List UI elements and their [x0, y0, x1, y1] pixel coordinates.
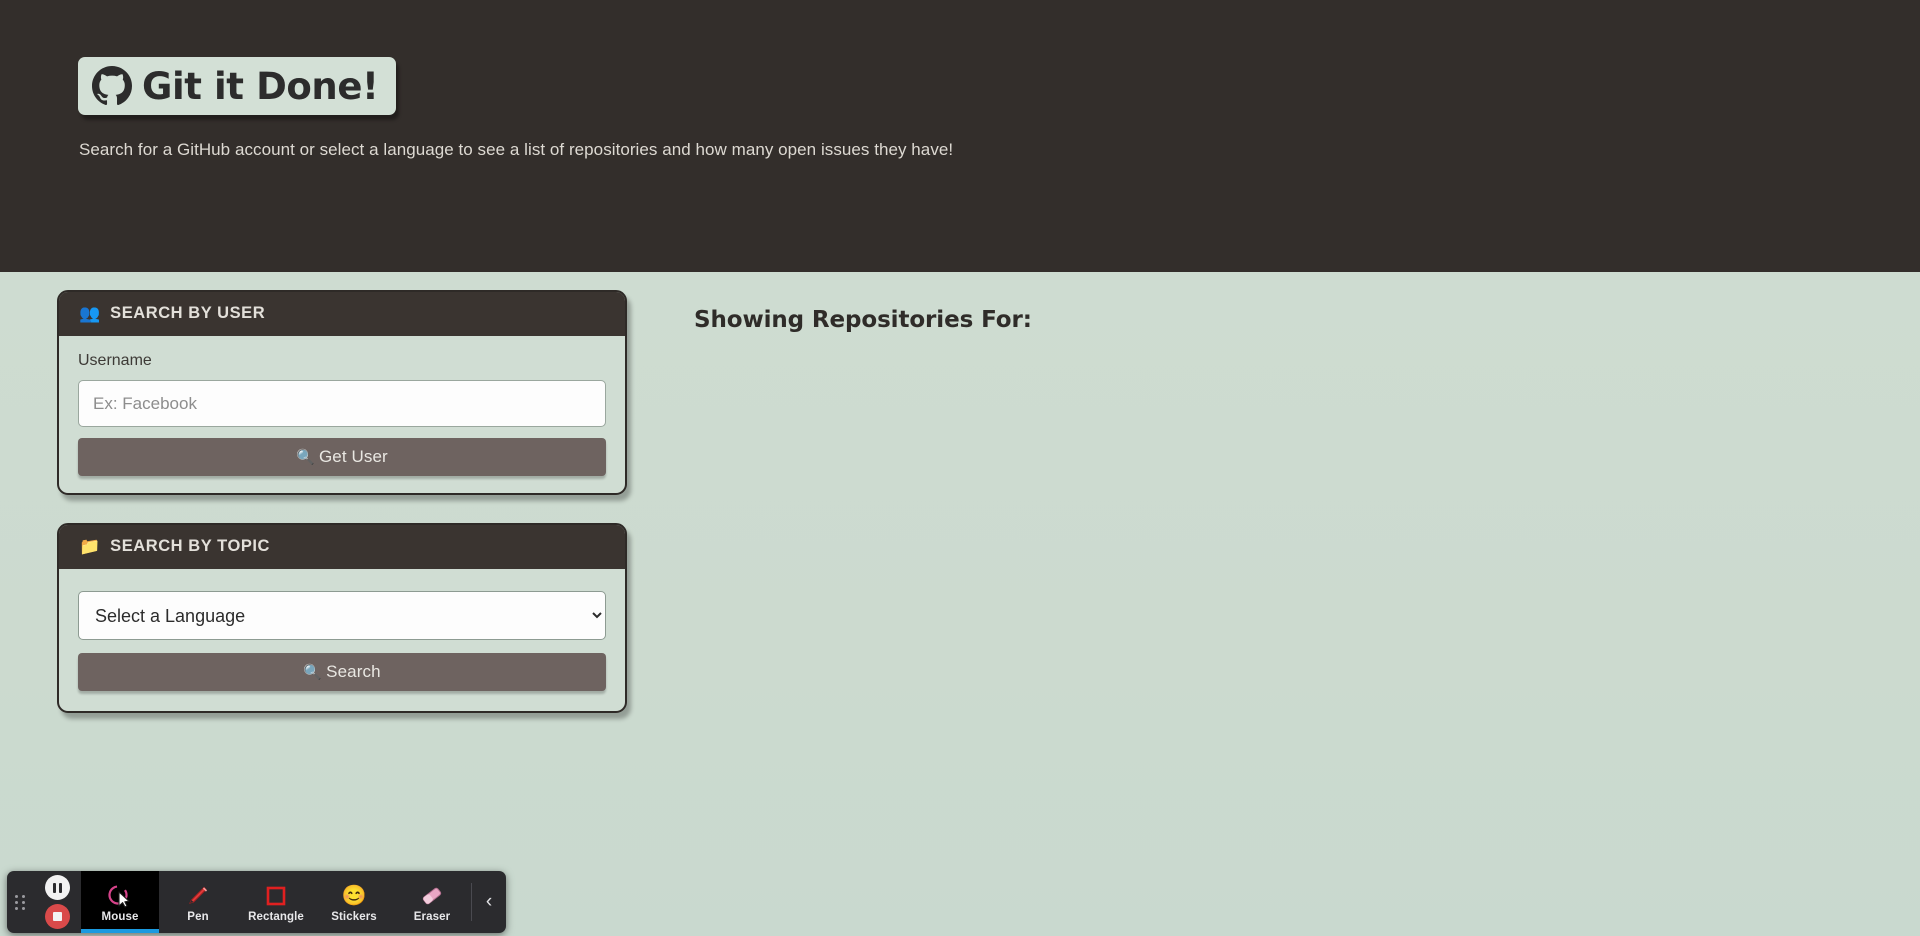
search-icon: 🔍: [303, 664, 323, 681]
annotation-toolbar: Mouse Pen Rectangle 😊 Stickers Eraser ‹: [7, 871, 506, 933]
chevron-left-icon: ‹: [485, 891, 493, 912]
search-by-topic-body: Select a Language 🔍 Search: [59, 569, 625, 711]
search-topic-button[interactable]: 🔍 Search: [78, 653, 606, 691]
main-content: 👥 SEARCH BY USER Username 🔍Get User 📁 SE…: [0, 272, 1920, 936]
tool-pen[interactable]: Pen: [159, 871, 237, 933]
search-by-user-card: 👥 SEARCH BY USER Username 🔍Get User: [57, 290, 627, 495]
logo-plate: Git it Done!: [78, 57, 396, 115]
get-user-button[interactable]: 🔍 Get User: [78, 438, 606, 476]
search-by-topic-card: 📁 SEARCH BY TOPIC Select a Language 🔍 Sea…: [57, 523, 627, 713]
search-by-user-title: SEARCH BY USER: [110, 304, 266, 322]
pen-icon: [186, 884, 210, 908]
pause-button[interactable]: [44, 875, 70, 900]
stop-icon: [52, 912, 62, 921]
busts-in-silhouette-icon: 👥: [79, 304, 101, 323]
stop-button[interactable]: [44, 904, 70, 929]
pause-icon: [52, 882, 62, 893]
search-by-user-header: 👥 SEARCH BY USER: [59, 292, 625, 336]
search-by-topic-header: 📁 SEARCH BY TOPIC: [59, 525, 625, 569]
folder-icon: 📁: [79, 537, 101, 556]
page-subtitle: Search for a GitHub account or select a …: [79, 140, 954, 159]
rectangle-icon: [264, 884, 288, 908]
app-title: Git it Done!: [142, 64, 379, 108]
smiley-sticker-icon: 😊: [341, 884, 367, 907]
tool-stickers[interactable]: 😊 Stickers: [315, 871, 393, 933]
username-label: Username: [78, 352, 152, 369]
search-panels: 👥 SEARCH BY USER Username 🔍Get User 📁 SE…: [57, 290, 627, 713]
collapse-toolbar-button[interactable]: ‹: [472, 871, 506, 933]
username-input[interactable]: [78, 380, 606, 427]
tool-rectangle[interactable]: Rectangle: [237, 871, 315, 933]
drag-handle[interactable]: [7, 871, 33, 933]
tool-mouse-label: Mouse: [101, 910, 139, 923]
search-icon: 🔍: [296, 449, 315, 466]
recording-controls: [33, 871, 81, 933]
search-by-user-body: Username 🔍Get User: [59, 336, 625, 493]
tool-eraser-label: Eraser: [413, 910, 451, 923]
tool-rectangle-label: Rectangle: [248, 910, 304, 923]
eraser-icon: [419, 884, 445, 908]
drag-dots-icon: [14, 894, 26, 910]
github-icon: [92, 66, 132, 106]
search-topic-button-label: Search: [326, 662, 381, 681]
tool-mouse[interactable]: Mouse: [81, 871, 159, 933]
get-user-button-label: Get User: [318, 447, 388, 466]
results-heading: Showing Repositories For:: [694, 307, 1032, 333]
tool-eraser[interactable]: Eraser: [393, 871, 471, 933]
language-select[interactable]: Select a Language: [78, 591, 606, 640]
search-by-topic-title: SEARCH BY TOPIC: [110, 537, 271, 555]
tool-stickers-label: Stickers: [331, 910, 377, 923]
mouse-cursor-icon: [107, 884, 133, 908]
page-header: Git it Done! Search for a GitHub account…: [0, 0, 1920, 272]
tool-pen-label: Pen: [187, 910, 209, 923]
